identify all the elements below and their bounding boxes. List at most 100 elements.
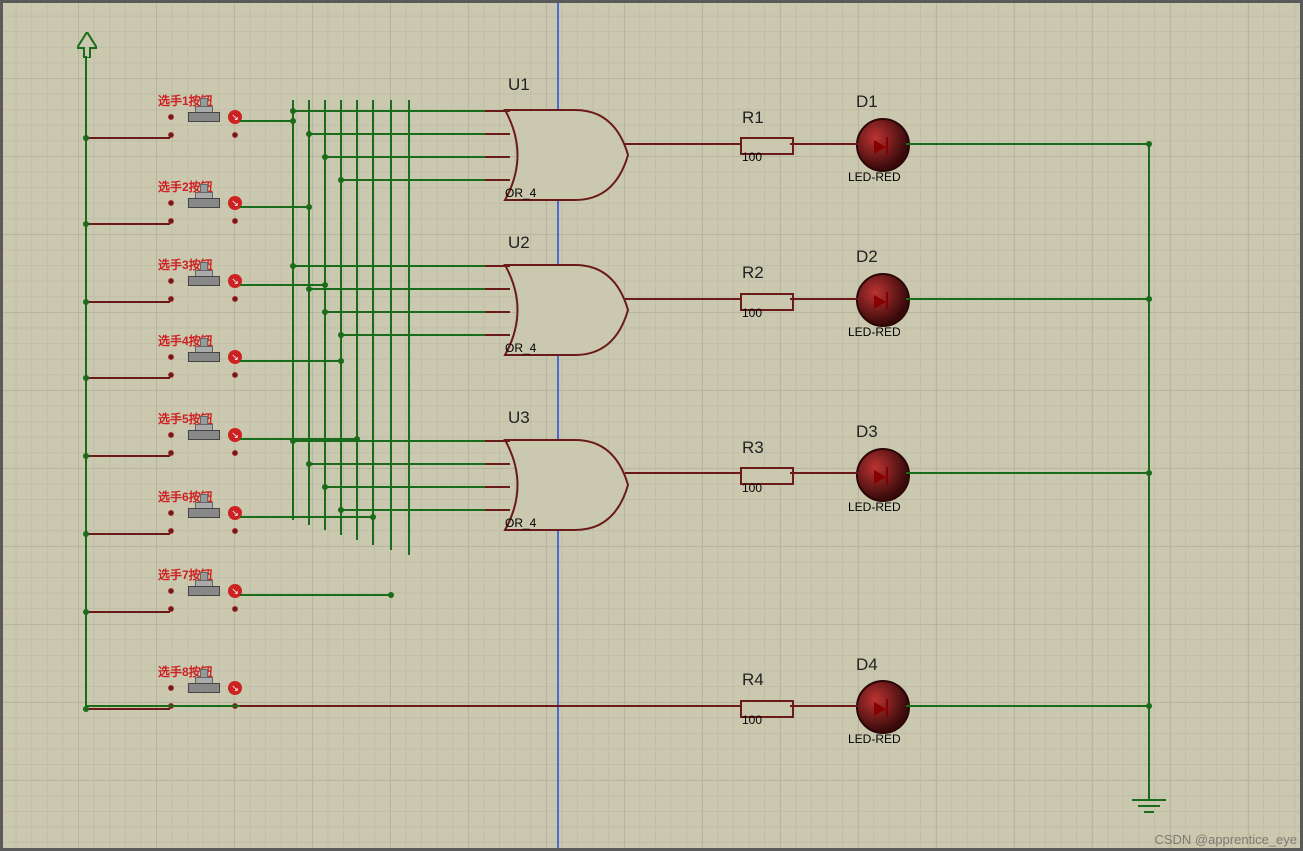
ground-icon [1128, 790, 1170, 820]
wire [85, 611, 170, 613]
wire [308, 463, 485, 465]
junction [83, 453, 89, 459]
button-5[interactable]: ↘ [168, 426, 238, 456]
junction [83, 375, 89, 381]
resistor-R3-value: 100 [742, 481, 762, 495]
gate-U1-part: OR_4 [505, 186, 536, 200]
gate-U3-part: OR_4 [505, 516, 536, 530]
resistor-R3-ref: R3 [742, 438, 764, 458]
resistor-R1-ref: R1 [742, 108, 764, 128]
junction [290, 108, 296, 114]
button-4[interactable]: ↘ [168, 348, 238, 378]
watermark: CSDN @apprentice_eye [1154, 832, 1297, 847]
wire [485, 156, 510, 158]
led-D4[interactable] [856, 680, 910, 734]
wire [85, 137, 170, 139]
wire [625, 472, 740, 474]
gate-U1-ref: U1 [508, 75, 530, 95]
button-7[interactable]: ↘ [168, 582, 238, 612]
gate-U2-part: OR_4 [505, 341, 536, 355]
resistor-R4-value: 100 [742, 713, 762, 727]
wire [485, 486, 510, 488]
junction [322, 309, 328, 315]
power-rail-icon [77, 32, 97, 58]
junction [322, 154, 328, 160]
wire [240, 360, 340, 362]
wire [625, 143, 740, 145]
wire [790, 472, 858, 474]
junction [290, 263, 296, 269]
junction [306, 461, 312, 467]
wire [292, 100, 294, 520]
junction [306, 204, 312, 210]
wire [340, 100, 342, 535]
junction [1146, 296, 1152, 302]
wire [240, 594, 390, 596]
wire [906, 472, 1150, 474]
wire [340, 179, 485, 181]
led-D2-ref: D2 [856, 247, 878, 267]
wire [85, 455, 170, 457]
wire [292, 440, 485, 442]
junction [83, 609, 89, 615]
wire [324, 486, 485, 488]
junction [1146, 470, 1152, 476]
wire [790, 705, 858, 707]
wire [485, 110, 510, 112]
wire [485, 311, 510, 313]
wire [485, 440, 510, 442]
wire [85, 533, 170, 535]
wire [292, 110, 485, 112]
wire [340, 334, 485, 336]
led-D1-part: LED-RED [848, 170, 901, 184]
resistor-R4-ref: R4 [742, 670, 764, 690]
wire [324, 311, 485, 313]
junction [338, 332, 344, 338]
wire [324, 156, 485, 158]
wire [485, 179, 510, 181]
schematic-canvas: 选手1按钮 ↘ 选手2按钮 ↘ 选手3按钮 ↘ 选手4按钮 [0, 0, 1303, 851]
wire [906, 143, 1150, 145]
wire [485, 265, 510, 267]
button-1[interactable]: ↘ [168, 108, 238, 138]
led-D2[interactable] [856, 273, 910, 327]
wire [485, 509, 510, 511]
junction [338, 177, 344, 183]
led-D4-ref: D4 [856, 655, 878, 675]
led-D3[interactable] [856, 448, 910, 502]
wire [308, 133, 485, 135]
button-2[interactable]: ↘ [168, 194, 238, 224]
junction [83, 221, 89, 227]
led-D4-part: LED-RED [848, 732, 901, 746]
button-3[interactable]: ↘ [168, 272, 238, 302]
led-D3-ref: D3 [856, 422, 878, 442]
wire [372, 100, 374, 545]
wire [625, 298, 740, 300]
junction [338, 358, 344, 364]
wire [790, 298, 858, 300]
junction [338, 507, 344, 513]
wire [485, 133, 510, 135]
wire [906, 705, 1150, 707]
wire [356, 100, 358, 540]
led-D2-part: LED-RED [848, 325, 901, 339]
wire [85, 708, 170, 710]
led-D1[interactable] [856, 118, 910, 172]
junction [290, 438, 296, 444]
actuator-icon[interactable]: ↘ [228, 681, 242, 695]
junction [83, 299, 89, 305]
wire [240, 206, 308, 208]
wire [906, 298, 1150, 300]
wire [485, 288, 510, 290]
button-6[interactable]: ↘ [168, 504, 238, 534]
wire [340, 509, 485, 511]
wire [292, 265, 485, 267]
led-D1-ref: D1 [856, 92, 878, 112]
led-D3-part: LED-RED [848, 500, 901, 514]
wire [240, 516, 372, 518]
wire [485, 463, 510, 465]
wire [85, 301, 170, 303]
wire [324, 100, 326, 530]
junction [322, 484, 328, 490]
junction [388, 592, 394, 598]
